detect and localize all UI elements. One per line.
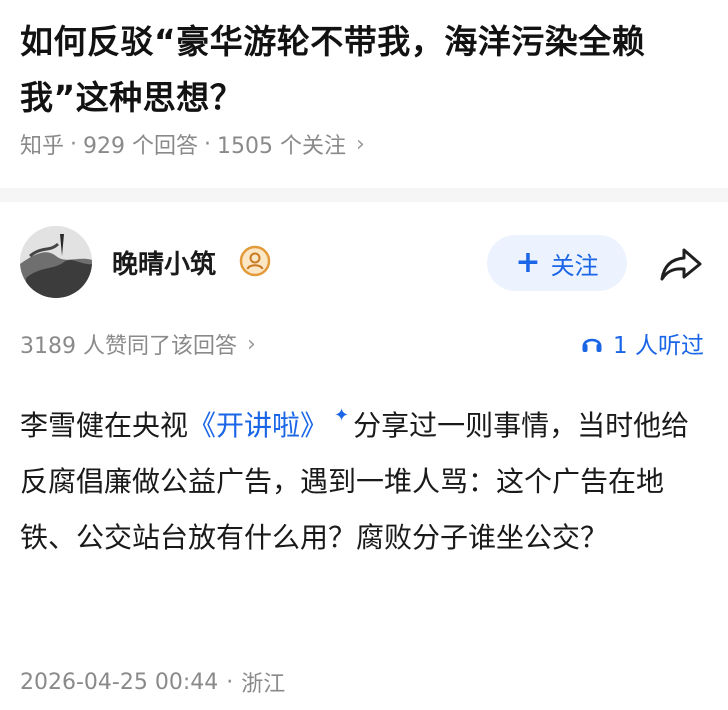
vote-count[interactable]: 3189 人赞同了该回答 › xyxy=(20,328,256,360)
meta-separator: · xyxy=(70,131,78,157)
meta-separator: · xyxy=(204,131,212,157)
headphones-icon xyxy=(582,338,602,352)
follow-button[interactable]: + 关注 xyxy=(487,235,627,291)
chevron-right-icon: › xyxy=(356,131,365,157)
author-avatar[interactable] xyxy=(20,226,92,298)
answer-text-part1: 李雪健在央视 xyxy=(20,409,189,442)
follow-label: 关注 xyxy=(550,251,599,280)
listen-count[interactable]: 1 人听过 xyxy=(581,326,704,360)
source-label: 知乎 xyxy=(20,134,65,159)
question-title[interactable]: 如何反驳“豪华游轮不带我，海洋污染全赖我”这种思想？ xyxy=(20,14,710,126)
author-name[interactable]: 晚晴小筑 xyxy=(112,244,216,281)
answer-page: 如何反驳“豪华游轮不带我，海洋污染全赖我”这种思想？ 知乎 · 929 个回答 … xyxy=(0,0,728,710)
footer-separator: · xyxy=(226,669,234,695)
answer-body[interactable]: 李雪健在央视《开讲啦》 ✦ 分享过一则事情，当时他给反腐倡廉做公益广告，遇到一堆人骂… xyxy=(20,388,710,566)
section-divider xyxy=(0,188,728,202)
share-arrow-icon[interactable] xyxy=(658,244,704,284)
vote-text: 3189 人赞同了该回答 xyxy=(20,334,237,359)
sparkle-icon: ✦ xyxy=(334,405,350,426)
question-meta[interactable]: 知乎 · 929 个回答 · 1505 个关注 › xyxy=(20,128,365,160)
answer-footer: 2026-04-25 00:44 · 浙江 xyxy=(20,666,285,698)
answer-datetime: 2026-04-25 00:44 xyxy=(20,669,219,695)
user-badge-icon xyxy=(239,245,271,277)
answer-location: 浙江 xyxy=(241,672,286,697)
listen-text: 1 人听过 xyxy=(613,333,704,359)
follower-count: 1505 个关注 xyxy=(217,134,346,159)
program-link[interactable]: 《开讲啦》 xyxy=(188,409,328,442)
answer-count: 929 个回答 xyxy=(83,134,199,159)
chevron-right-icon: › xyxy=(246,331,256,357)
plus-icon: + xyxy=(515,245,541,280)
